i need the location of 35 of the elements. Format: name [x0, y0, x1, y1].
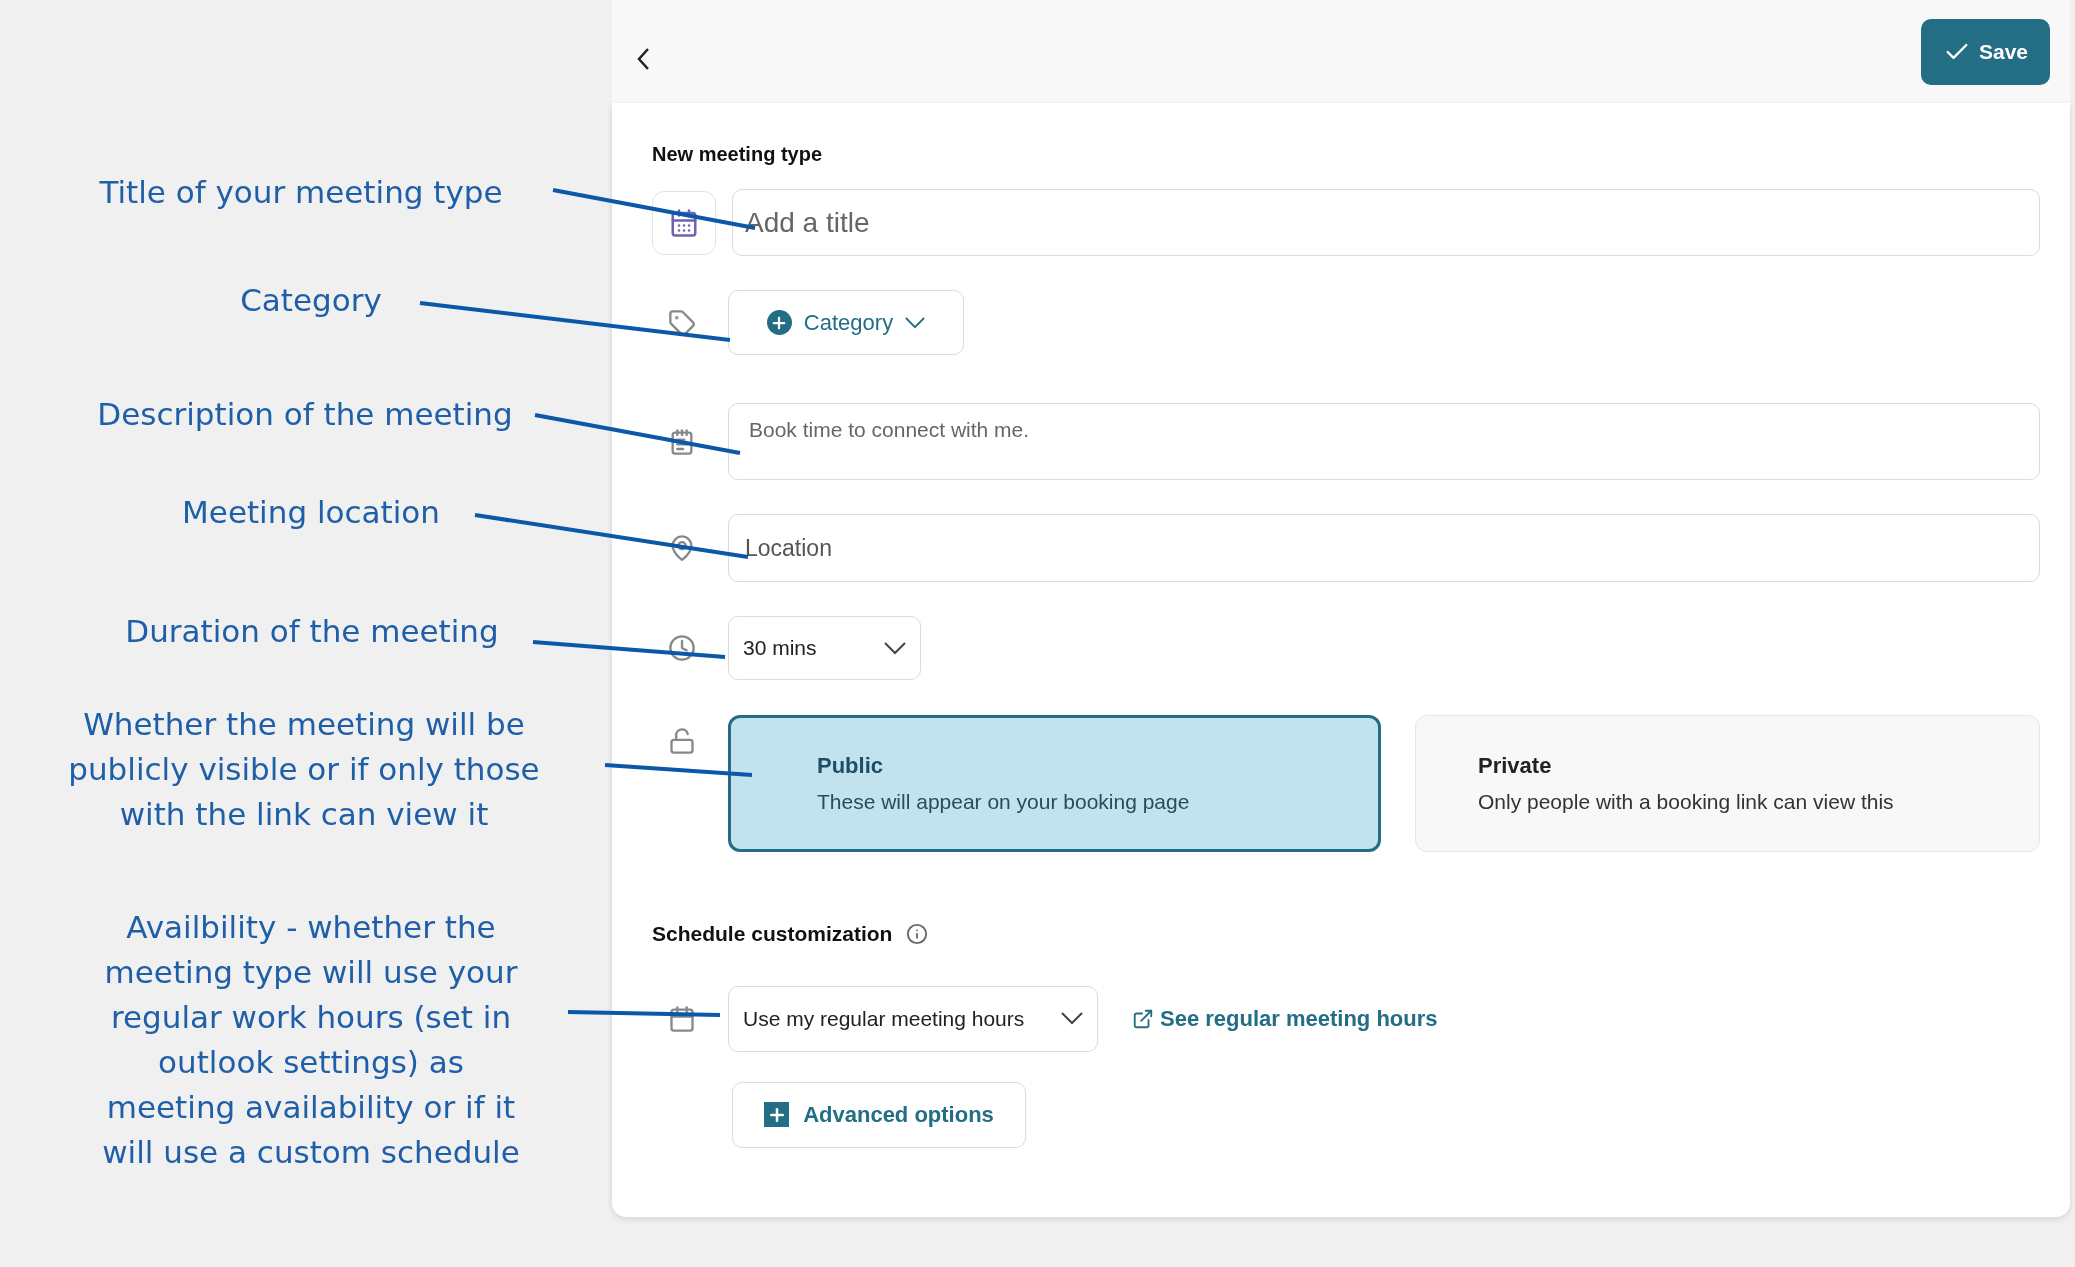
visibility-option[interactable]: Public These will appear on your booking page [728, 715, 1381, 852]
duration-dropdown[interactable]: 30 mins [728, 616, 921, 680]
annotation-text: Availbility - whether the meeting type will use your regular work hours (set in outlook settings) as meeting availability or if it will use a custom schedule [101, 908, 521, 1172]
location-field[interactable]: Location [728, 514, 2040, 582]
chevron-down-icon [1061, 1012, 1083, 1025]
annotation-text: Meeting location [181, 493, 441, 532]
option-title: Private [1478, 752, 1553, 781]
title-field[interactable]: Add a title [732, 189, 2040, 256]
option-title: Public [817, 752, 884, 781]
plus-square-icon [764, 1102, 790, 1127]
advanced-options-button[interactable]: Advanced options [732, 1081, 1026, 1148]
category-button[interactable]: Category [728, 290, 964, 355]
calendar-icon [669, 207, 699, 238]
calendar-icon [668, 1004, 696, 1033]
option-description: These will appear on your booking page [817, 789, 1191, 816]
form-heading: New meeting type [652, 142, 824, 167]
save-button[interactable]: Save [1920, 18, 2050, 85]
description-field[interactable]: Book time to connect with me. [728, 403, 2040, 480]
see-hours-link[interactable]: See regular meeting hours [1132, 1002, 1438, 1035]
unlocked-lock-icon [668, 727, 696, 755]
visibility-option[interactable]: Private Only people with a booking link can view this [1415, 715, 2040, 852]
section-heading: Schedule customization [652, 921, 893, 947]
chevron-down-icon [884, 641, 906, 655]
external-link-icon [1132, 1007, 1154, 1030]
annotation-text: Category [239, 281, 383, 320]
annotation-text: Duration of the meeting [124, 612, 500, 651]
back-chevron-icon[interactable] [636, 46, 650, 71]
annotation-text: Whether the meeting will be publicly visible or if only those with the link can view it [67, 705, 541, 834]
chevron-down-icon [905, 316, 926, 329]
option-description: Only people with a booking link can view this [1478, 789, 1895, 816]
annotation-text: Description of the meeting [96, 395, 514, 434]
clock-icon [668, 634, 696, 662]
annotation-text: Title of your meeting type [98, 173, 504, 212]
info-icon[interactable] [906, 922, 929, 945]
hours-dropdown[interactable]: Use my regular meeting hours [728, 985, 1098, 1052]
